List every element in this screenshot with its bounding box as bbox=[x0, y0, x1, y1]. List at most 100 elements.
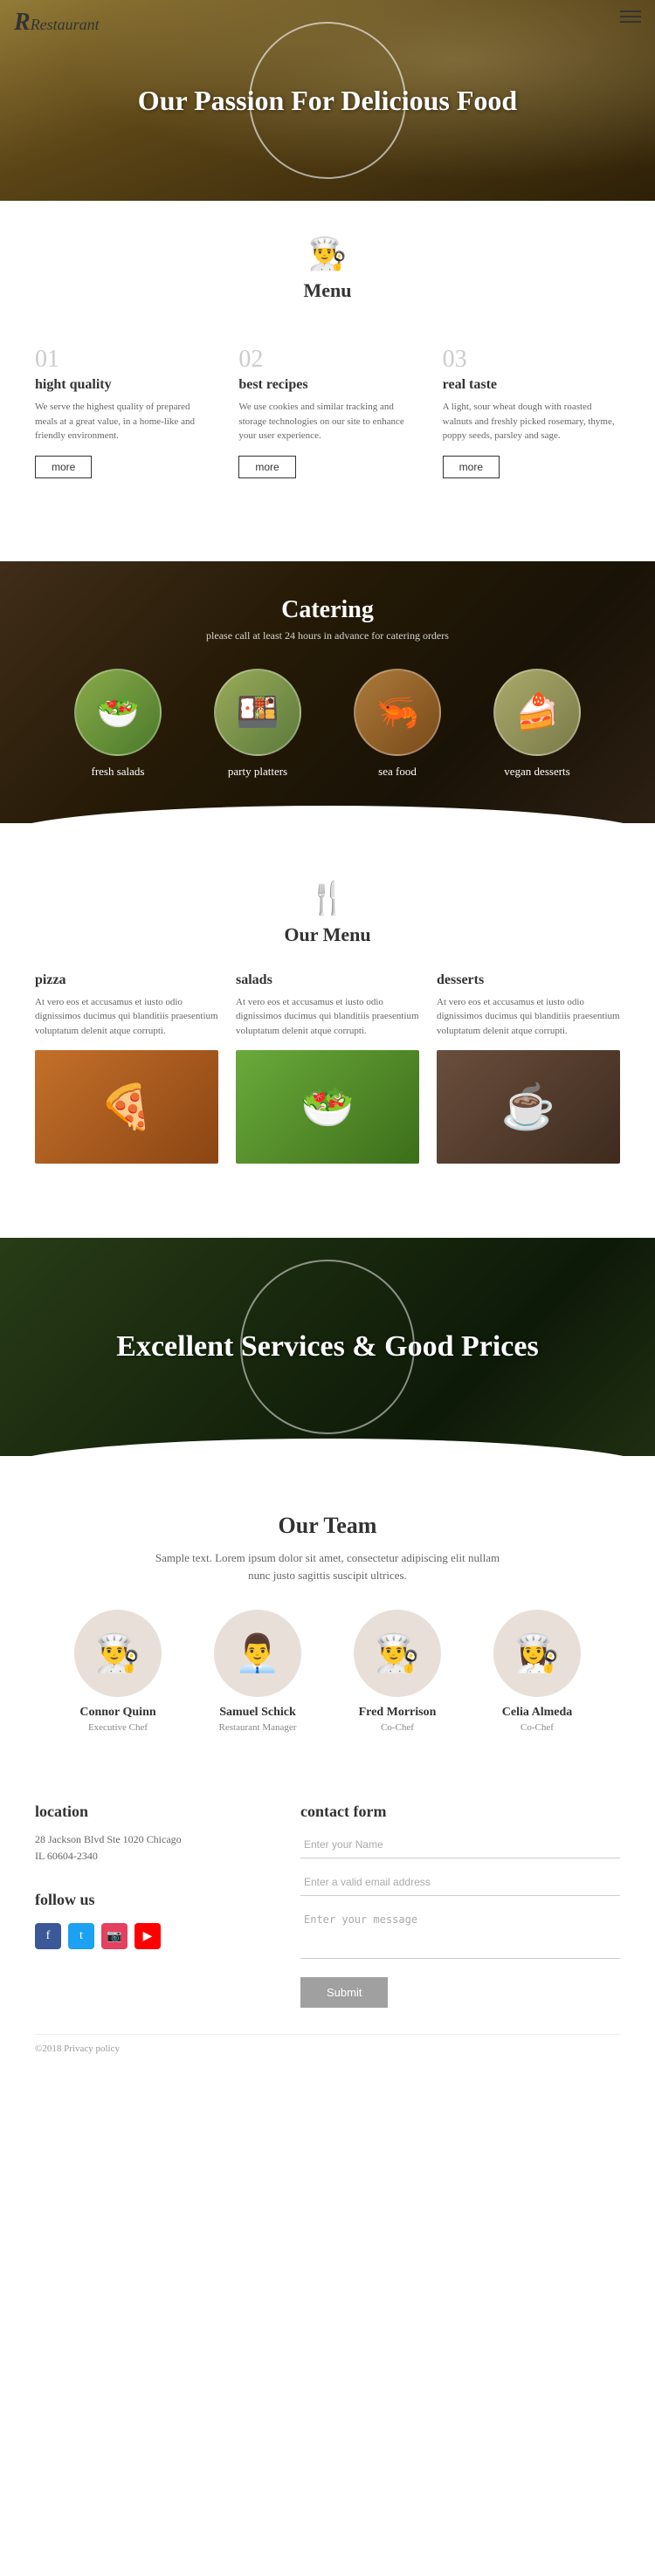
footer-copyright: ©2018 Privacy policy bbox=[35, 2034, 620, 2054]
feature-2-more-button[interactable]: more bbox=[238, 456, 295, 478]
member-3-name: Fred Morrison bbox=[341, 1706, 454, 1720]
menu-items-grid: pizza At vero eos et accusamus et iusto … bbox=[35, 972, 620, 1164]
hamburger-icon[interactable] bbox=[620, 10, 641, 23]
member-1-name: Connor Quinn bbox=[61, 1706, 175, 1720]
copyright-text: ©2018 Privacy policy bbox=[35, 2044, 120, 2054]
feature-2-text: We use cookies and similar tracking and … bbox=[238, 400, 416, 443]
services-content: Excellent Services & Good Prices bbox=[116, 1329, 538, 1365]
follow-heading: follow us bbox=[35, 1891, 248, 1909]
footer-contact-col: contact form Submit bbox=[300, 1803, 620, 2008]
member-4-name: Celia Almeda bbox=[480, 1706, 594, 1720]
location-city: IL 60604-2340 bbox=[35, 1848, 248, 1865]
instagram-icon[interactable]: 📷 bbox=[101, 1923, 128, 1949]
desserts-title: desserts bbox=[437, 972, 620, 988]
feature-3-text: A light, sour wheat dough with roasted w… bbox=[443, 400, 620, 443]
team-member-4: 👩‍🍳 Celia Almeda Co-Chef bbox=[480, 1610, 594, 1733]
location-address: 28 Jackson Blvd Ste 1020 Chicago bbox=[35, 1831, 248, 1848]
submit-button[interactable]: Submit bbox=[300, 1977, 388, 2008]
catering-section: Catering please call at least 24 hours i… bbox=[0, 561, 655, 823]
our-menu-section: 🍴 Our Menu pizza At vero eos et accusamu… bbox=[0, 836, 655, 1191]
pizza-image: 🍕 bbox=[35, 1050, 218, 1164]
chef-icon: 👨‍🍳 bbox=[17, 236, 638, 272]
feature-3-number: 03 bbox=[443, 346, 620, 374]
member-4-role: Co-Chef bbox=[480, 1722, 594, 1733]
desserts-image: ☕ bbox=[437, 1050, 620, 1164]
member-3-role: Co-Chef bbox=[341, 1722, 454, 1733]
contact-heading: contact form bbox=[300, 1803, 620, 1821]
feature-3-title: real taste bbox=[443, 377, 620, 393]
logo[interactable]: RRestaurant bbox=[14, 9, 100, 37]
team-title: Our Team bbox=[35, 1513, 620, 1539]
pizza-text: At vero eos et accusamus et iusto odio d… bbox=[35, 995, 218, 1039]
logo-text: Restaurant bbox=[31, 16, 100, 33]
feature-1-title: hight quality bbox=[35, 377, 212, 393]
feature-2-title: best recipes bbox=[238, 377, 416, 393]
hero-content: Our Passion For Delicious Food bbox=[138, 84, 517, 117]
catering-title: Catering bbox=[17, 596, 638, 624]
pizza-title: pizza bbox=[35, 972, 218, 988]
catering-items: 🥗 fresh salads 🍱 party platters 🦐 sea fo… bbox=[17, 669, 638, 779]
feature-1: 01 hight quality We serve the highest qu… bbox=[35, 346, 212, 478]
feature-3: 03 real taste A light, sour wheat dough … bbox=[443, 346, 620, 478]
contact-email-input[interactable] bbox=[300, 1869, 620, 1896]
logo-letter: R bbox=[14, 9, 31, 36]
menu-icon: 🍴 bbox=[35, 880, 620, 917]
team-member-2: 👨‍💼 Samuel Schick Restaurant Manager bbox=[201, 1610, 314, 1733]
nav-menu[interactable] bbox=[620, 10, 641, 23]
feature-1-text: We serve the highest quality of prepared… bbox=[35, 400, 212, 443]
catering-circle-vegan: 🍰 bbox=[493, 669, 581, 756]
member-3-avatar: 👨‍🍳 bbox=[354, 1610, 441, 1697]
contact-message-input[interactable] bbox=[300, 1906, 620, 1959]
team-members-grid: 👨‍🍳 Connor Quinn Executive Chef 👨‍💼 Samu… bbox=[35, 1610, 620, 1733]
feature-3-more-button[interactable]: more bbox=[443, 456, 500, 478]
feature-1-more-button[interactable]: more bbox=[35, 456, 92, 478]
team-subtitle: Sample text. Lorem ipsum dolor sit amet,… bbox=[153, 1549, 502, 1583]
salads-title: salads bbox=[236, 972, 419, 988]
catering-circle-platters: 🍱 bbox=[214, 669, 301, 756]
menu-item-salads: salads At vero eos et accusamus et iusto… bbox=[236, 972, 419, 1164]
catering-item-platters: 🍱 party platters bbox=[196, 669, 319, 779]
footer-grid: location 28 Jackson Blvd Ste 1020 Chicag… bbox=[35, 1803, 620, 2008]
catering-item-salads: 🥗 fresh salads bbox=[57, 669, 179, 779]
menu-intro-section: 👨‍🍳 Menu bbox=[0, 201, 655, 328]
feature-2-number: 02 bbox=[238, 346, 416, 374]
follow-section: follow us f t 📷 ▶ bbox=[35, 1891, 248, 1949]
footer-location-col: location 28 Jackson Blvd Ste 1020 Chicag… bbox=[35, 1803, 248, 2008]
member-1-role: Executive Chef bbox=[61, 1722, 175, 1733]
member-2-avatar: 👨‍💼 bbox=[214, 1610, 301, 1697]
catering-label-salads: fresh salads bbox=[57, 765, 179, 779]
catering-item-seafood: 🦐 sea food bbox=[336, 669, 458, 779]
social-icons-group: f t 📷 ▶ bbox=[35, 1923, 248, 1949]
catering-label-seafood: sea food bbox=[336, 765, 458, 779]
member-2-role: Restaurant Manager bbox=[201, 1722, 314, 1733]
catering-circle-salads: 🥗 bbox=[74, 669, 162, 756]
hero-title: Our Passion For Delicious Food bbox=[138, 84, 517, 117]
catering-item-vegan: 🍰 vegan desserts bbox=[476, 669, 598, 779]
menu-item-desserts: desserts At vero eos et accusamus et ius… bbox=[437, 972, 620, 1164]
twitter-icon[interactable]: t bbox=[68, 1923, 94, 1949]
feature-1-number: 01 bbox=[35, 346, 212, 374]
location-heading: location bbox=[35, 1803, 248, 1821]
contact-name-input[interactable] bbox=[300, 1831, 620, 1858]
services-title: Excellent Services & Good Prices bbox=[116, 1329, 538, 1365]
catering-content: Catering please call at least 24 hours i… bbox=[17, 596, 638, 779]
footer-section: location 28 Jackson Blvd Ste 1020 Chicag… bbox=[0, 1768, 655, 2071]
features-section: 01 hight quality We serve the highest qu… bbox=[0, 328, 655, 513]
youtube-icon[interactable]: ▶ bbox=[134, 1923, 161, 1949]
desserts-text: At vero eos et accusamus et iusto odio d… bbox=[437, 995, 620, 1039]
menu-intro-title: Menu bbox=[17, 279, 638, 302]
salads-image: 🥗 bbox=[236, 1050, 419, 1164]
member-4-avatar: 👩‍🍳 bbox=[493, 1610, 581, 1697]
facebook-icon[interactable]: f bbox=[35, 1923, 61, 1949]
catering-label-vegan: vegan desserts bbox=[476, 765, 598, 779]
team-member-1: 👨‍🍳 Connor Quinn Executive Chef bbox=[61, 1610, 175, 1733]
team-member-3: 👨‍🍳 Fred Morrison Co-Chef bbox=[341, 1610, 454, 1733]
team-section: Our Team Sample text. Lorem ipsum dolor … bbox=[0, 1469, 655, 1768]
our-menu-title: Our Menu bbox=[35, 924, 620, 946]
catering-circle-seafood: 🦐 bbox=[354, 669, 441, 756]
feature-2: 02 best recipes We use cookies and simil… bbox=[238, 346, 416, 478]
member-1-avatar: 👨‍🍳 bbox=[74, 1610, 162, 1697]
salads-text: At vero eos et accusamus et iusto odio d… bbox=[236, 995, 419, 1039]
services-banner: Excellent Services & Good Prices bbox=[0, 1238, 655, 1456]
catering-subtitle: please call at least 24 hours in advance… bbox=[17, 629, 638, 642]
